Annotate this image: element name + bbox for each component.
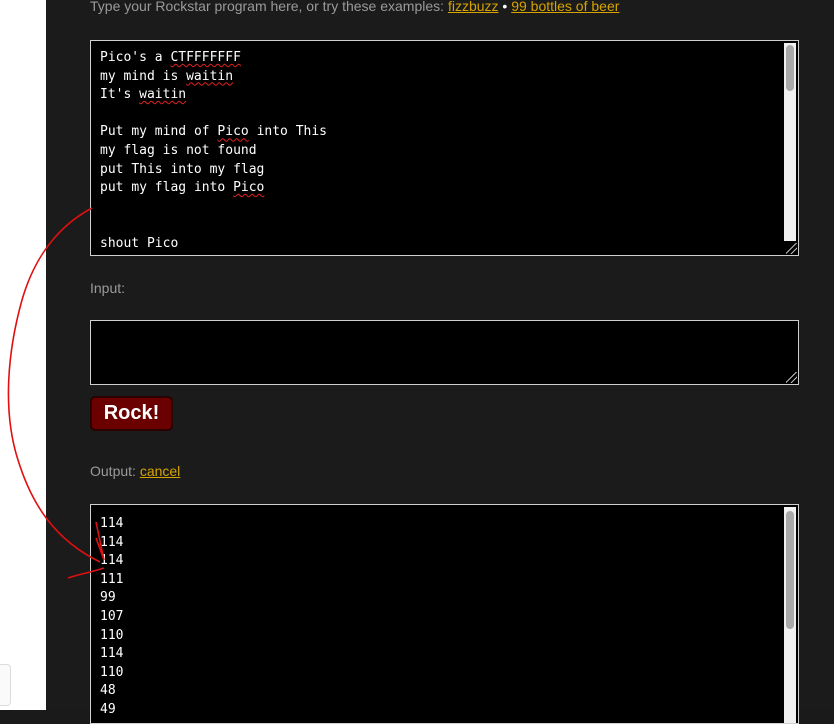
output-line: 110 — [100, 627, 124, 643]
left-gutter — [0, 0, 46, 710]
output-line: 110 — [100, 664, 124, 680]
program-line: Put my mind of Pico into This — [100, 124, 328, 140]
output-line: 49 — [100, 701, 116, 717]
program-line — [100, 198, 327, 217]
output-line: 107 — [100, 608, 124, 624]
program-line: put This into my flag — [100, 161, 265, 177]
gutter-tab — [0, 664, 11, 706]
program-line: shout Pico — [100, 235, 179, 251]
program-line: Pico's a CTFFFFFFF — [100, 50, 241, 65]
output-scroll-thumb[interactable] — [786, 511, 794, 629]
input-field[interactable] — [90, 320, 799, 385]
output-label: Output: cancel — [90, 463, 180, 479]
program-line: It's waitin — [100, 87, 187, 103]
rock-button[interactable]: Rock! — [90, 396, 173, 431]
output-text: 114 114 114 111 99 107 110 114 110 48 49 — [100, 515, 123, 720]
output-line: 114 — [100, 646, 124, 662]
input-label: Input: — [90, 280, 126, 296]
output-line: 114 — [100, 516, 124, 531]
program-line: my mind is waitin — [100, 68, 234, 84]
intro-label: Type your Rockstar program here, or try … — [90, 0, 448, 14]
example-99-bottles-link[interactable]: 99 bottles of beer — [511, 0, 619, 14]
main-panel: Type your Rockstar program here, or try … — [46, 0, 834, 724]
output-line: 114 — [100, 534, 124, 550]
output-scrollbar[interactable] — [784, 507, 796, 723]
output-box: 114 114 114 111 99 107 110 114 110 48 49 — [90, 504, 799, 724]
program-scroll-thumb[interactable] — [786, 45, 794, 91]
program-resize-handle[interactable] — [786, 243, 797, 254]
output-label-text: Output: — [90, 463, 140, 479]
program-line: put my flag into Pico — [100, 180, 265, 196]
output-line: 114 — [100, 553, 124, 569]
program-scrollbar[interactable] — [784, 43, 796, 241]
intro-text: Type your Rockstar program here, or try … — [90, 0, 619, 14]
program-editor[interactable]: Pico's a CTFFFFFFF my mind is waitin It's … — [90, 40, 799, 256]
input-resize-handle[interactable] — [786, 372, 797, 383]
cancel-link[interactable]: cancel — [140, 463, 180, 479]
example-separator: • — [498, 0, 512, 14]
output-line: 99 — [100, 590, 116, 606]
example-fizzbuzz-link[interactable]: fizzbuzz — [448, 0, 499, 14]
program-line — [100, 105, 327, 124]
program-code[interactable]: Pico's a CTFFFFFFF my mind is waitin It's … — [100, 49, 327, 254]
output-line: 111 — [100, 571, 124, 587]
program-line — [100, 216, 327, 235]
output-line: 48 — [100, 683, 116, 699]
program-line: my flag is not found — [100, 142, 257, 158]
